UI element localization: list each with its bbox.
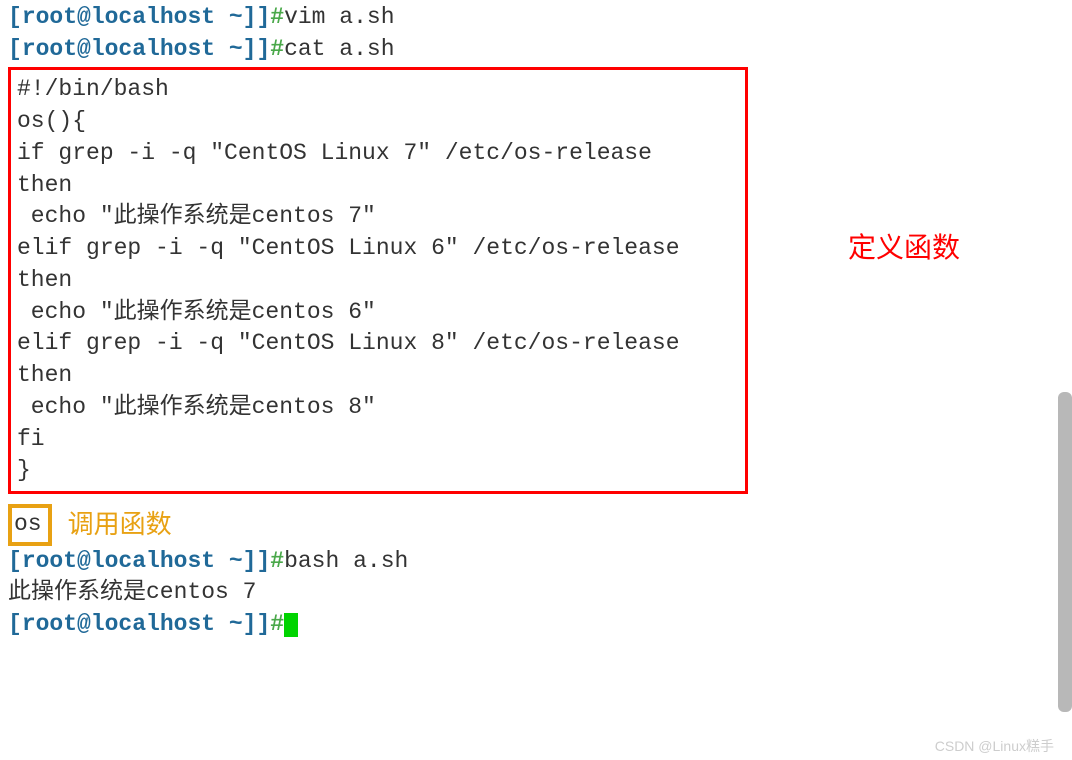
script-line: then (17, 265, 739, 297)
prompt-line-bash: [root@localhost ~]]#bash a.sh (8, 546, 1064, 578)
prompt-hash: # (270, 4, 284, 30)
script-line: then (17, 170, 739, 202)
script-line: then (17, 360, 739, 392)
command-vim: vim a.sh (284, 4, 394, 30)
script-line: echo "此操作系统是centos 6" (17, 297, 739, 329)
prompt-line-cursor[interactable]: [root@localhost ~]]# (8, 609, 1064, 641)
scrollbar[interactable] (1058, 392, 1072, 712)
output-line: 此操作系统是centos 7 (8, 577, 1064, 609)
script-line: elif grep -i -q "CentOS Linux 6" /etc/os… (17, 233, 739, 265)
command-cat: cat a.sh (284, 36, 394, 62)
command-bash: bash a.sh (284, 548, 408, 574)
call-function-box: os (8, 504, 52, 546)
call-row: os 调用函数 (8, 504, 1064, 546)
script-line: os(){ (17, 106, 739, 138)
cursor-icon (284, 613, 298, 637)
script-line: echo "此操作系统是centos 8" (17, 392, 739, 424)
annotation-define-function: 定义函数 (848, 229, 960, 268)
prompt-line-vim: [root@localhost ~]]#vim a.sh (8, 2, 1064, 34)
script-line: if grep -i -q "CentOS Linux 7" /etc/os-r… (17, 138, 739, 170)
define-function-box: #!/bin/bash os(){ if grep -i -q "CentOS … (8, 67, 748, 494)
script-line: elif grep -i -q "CentOS Linux 8" /etc/os… (17, 328, 739, 360)
prompt-line-cat: [root@localhost ~]]#cat a.sh (8, 34, 1064, 66)
terminal-area: [root@localhost ~]]#vim a.sh [root@local… (0, 0, 1072, 643)
script-line: } (17, 455, 739, 487)
script-line: fi (17, 424, 739, 456)
script-line: echo "此操作系统是centos 7" (17, 201, 739, 233)
annotation-call-function: 调用函数 (68, 507, 172, 543)
bracket-open: [ (8, 4, 22, 30)
bracket-close: ] (256, 4, 270, 30)
prompt-user: root@localhost ~] (22, 4, 257, 30)
script-line: #!/bin/bash (17, 74, 739, 106)
watermark-text: CSDN @Linux糕手 (935, 737, 1054, 756)
